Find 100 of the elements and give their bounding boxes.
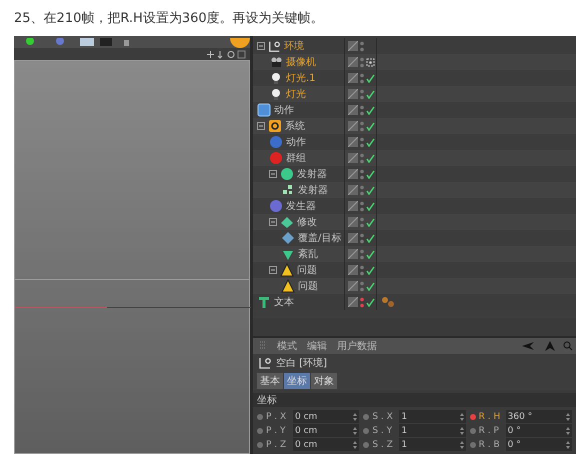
tab[interactable]: 对象	[311, 373, 337, 390]
collapse-icon[interactable]	[269, 266, 277, 274]
object-row[interactable]: 灯光	[253, 86, 576, 102]
spinner-icon[interactable]	[353, 412, 358, 420]
tab[interactable]: 坐标	[284, 373, 310, 390]
layer-toggle-icon[interactable]	[348, 169, 358, 179]
object-name[interactable]: 动作	[274, 103, 294, 117]
visibility-dots-icon[interactable]	[360, 200, 364, 212]
check-icon[interactable]	[366, 138, 375, 146]
layer-toggle-icon[interactable]	[348, 281, 358, 291]
object-name[interactable]: 文本	[274, 295, 294, 309]
object-name[interactable]: 问题	[297, 263, 317, 277]
object-name[interactable]: 摄像机	[286, 55, 316, 69]
spinner-icon[interactable]	[566, 426, 570, 434]
keyframe-dot[interactable]	[470, 414, 476, 420]
layer-toggle-icon[interactable]	[348, 233, 358, 243]
spinner-icon[interactable]	[460, 426, 464, 434]
check-icon[interactable]	[366, 234, 375, 242]
menu-item[interactable]: 用户数据	[337, 338, 377, 353]
layer-toggle-icon[interactable]	[348, 121, 358, 131]
spinner-icon[interactable]	[353, 426, 358, 434]
check-icon[interactable]	[366, 122, 375, 130]
object-name[interactable]: 覆盖/目标	[298, 231, 342, 245]
visibility-dots-icon[interactable]	[360, 120, 364, 132]
number-field[interactable]: 1	[399, 410, 466, 423]
object-name[interactable]: 环境	[284, 39, 304, 53]
layer-toggle-icon[interactable]	[348, 185, 358, 195]
keyframe-dot[interactable]	[363, 428, 370, 434]
layer-toggle-icon[interactable]	[348, 73, 358, 83]
layer-toggle-icon[interactable]	[348, 153, 358, 163]
visibility-dots-icon[interactable]	[360, 104, 364, 116]
object-row[interactable]: 摄像机	[253, 54, 576, 70]
object-name[interactable]: 发射器	[297, 167, 327, 181]
visibility-dots-icon[interactable]	[360, 40, 364, 52]
spinner-icon[interactable]	[566, 412, 570, 420]
object-name[interactable]: 问题	[298, 279, 318, 293]
spinner-icon[interactable]	[566, 440, 570, 448]
check-icon[interactable]	[366, 202, 375, 210]
keyframe-dot[interactable]	[257, 442, 263, 448]
number-field[interactable]: 0 °	[506, 438, 572, 451]
check-icon[interactable]	[366, 74, 375, 82]
number-field[interactable]: 0 cm	[293, 438, 360, 451]
visibility-dots-icon[interactable]	[360, 264, 364, 276]
object-row[interactable]: 紊乱	[253, 246, 576, 262]
visibility-dots-icon[interactable]	[360, 184, 364, 196]
check-icon[interactable]	[366, 250, 375, 258]
visibility-dots-icon[interactable]	[360, 232, 364, 244]
visibility-dots-icon[interactable]	[360, 168, 364, 180]
check-icon[interactable]	[366, 218, 375, 226]
layer-toggle-icon[interactable]	[348, 249, 358, 259]
visibility-dots-icon[interactable]	[360, 280, 364, 292]
layer-toggle-icon[interactable]	[348, 217, 358, 227]
keyframe-dot[interactable]	[257, 428, 263, 434]
layer-toggle-icon[interactable]	[348, 265, 358, 275]
object-name[interactable]: 灯光.1	[286, 71, 316, 85]
collapse-icon[interactable]	[269, 170, 277, 178]
object-name[interactable]: 群组	[286, 151, 306, 165]
check-icon[interactable]	[366, 170, 375, 178]
object-row[interactable]: 系统	[253, 118, 576, 134]
object-row[interactable]: 修改	[253, 214, 576, 230]
layer-toggle-icon[interactable]	[348, 201, 358, 211]
layer-toggle-icon[interactable]	[348, 137, 358, 147]
visibility-dots-icon[interactable]	[360, 248, 364, 260]
object-name[interactable]: 发射器	[298, 183, 328, 197]
target-icon[interactable]	[366, 58, 375, 66]
collapse-icon[interactable]	[257, 122, 265, 130]
number-field[interactable]: 0 cm	[293, 424, 360, 437]
check-icon[interactable]	[366, 186, 375, 194]
tab[interactable]: 基本	[257, 373, 283, 390]
check-icon[interactable]	[366, 154, 375, 162]
number-field[interactable]: 0 °	[506, 424, 572, 437]
spinner-icon[interactable]	[353, 440, 358, 448]
object-name[interactable]: 灯光	[286, 87, 306, 101]
collapse-icon[interactable]	[257, 42, 265, 50]
layer-toggle-icon[interactable]	[348, 297, 358, 307]
grip-icon[interactable]	[259, 340, 267, 351]
number-field[interactable]: 1	[399, 438, 466, 451]
check-icon[interactable]	[366, 282, 375, 290]
keyframe-dot[interactable]	[363, 442, 370, 448]
visibility-dots-icon[interactable]	[360, 88, 364, 100]
spinner-icon[interactable]	[460, 440, 464, 448]
menu-item[interactable]: 模式	[277, 338, 297, 353]
visibility-dots-icon[interactable]	[360, 72, 364, 84]
keyframe-dot[interactable]	[257, 414, 263, 420]
layer-toggle-icon[interactable]	[348, 89, 358, 99]
object-row[interactable]: 问题	[253, 278, 576, 294]
visibility-dots-icon[interactable]	[360, 152, 364, 164]
visibility-dots-icon[interactable]	[360, 296, 364, 308]
visibility-dots-icon[interactable]	[360, 56, 364, 68]
object-name[interactable]: 动作	[286, 135, 306, 149]
check-icon[interactable]	[366, 90, 375, 98]
layer-toggle-icon[interactable]	[348, 105, 358, 115]
layer-toggle-icon[interactable]	[348, 57, 358, 67]
menu-item[interactable]: 编辑	[307, 338, 327, 353]
object-row[interactable]: 发射器	[253, 182, 576, 198]
object-name[interactable]: 系统	[285, 119, 305, 133]
visibility-dots-icon[interactable]	[360, 136, 364, 148]
object-name[interactable]: 发生器	[286, 199, 316, 213]
check-icon[interactable]	[366, 298, 375, 306]
material-tag-icon[interactable]	[381, 296, 395, 308]
